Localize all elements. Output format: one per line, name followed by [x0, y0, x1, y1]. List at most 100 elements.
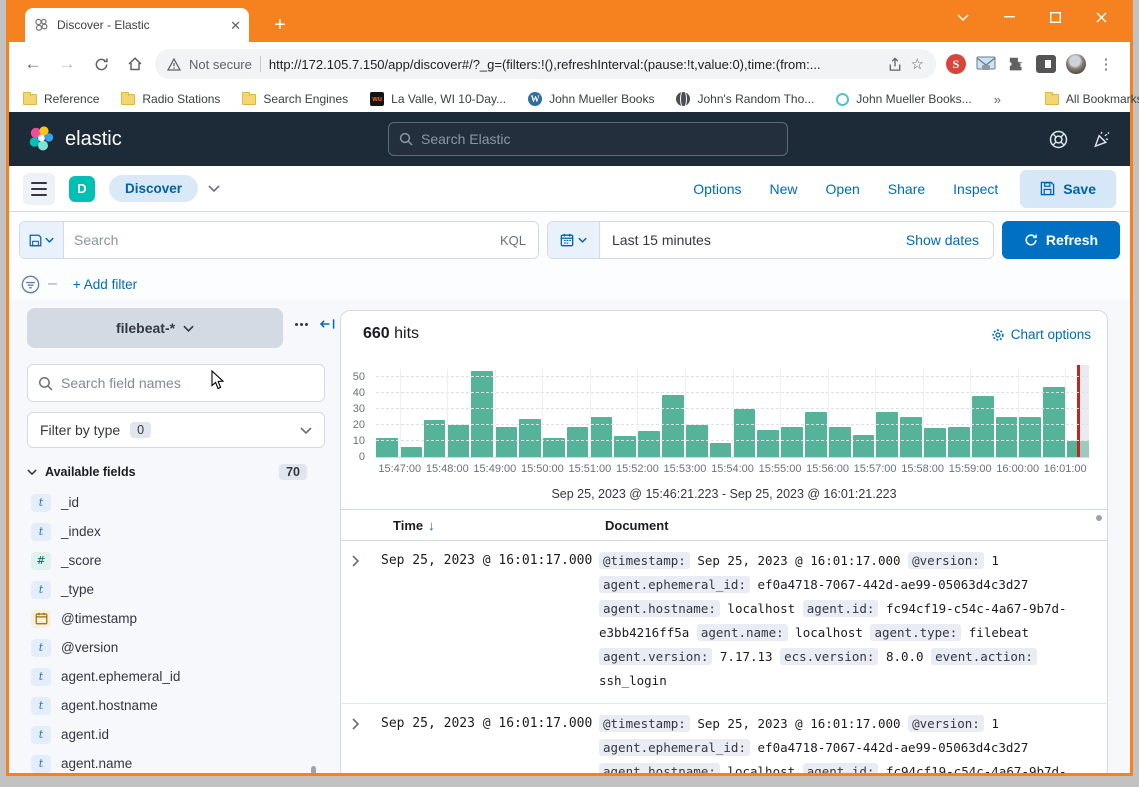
index-pattern-selector[interactable]: filebeat-* [27, 308, 283, 348]
histogram-bar[interactable] [447, 425, 469, 457]
histogram-bar[interactable] [638, 431, 660, 457]
field-search-input[interactable] [61, 375, 314, 391]
field-list-item[interactable]: t_type [31, 575, 331, 604]
security-label[interactable]: Not secure [189, 57, 252, 72]
histogram-bar[interactable] [686, 425, 708, 457]
histogram-bar[interactable] [781, 427, 803, 457]
chevron-down-icon[interactable] [208, 185, 220, 192]
extension-s-icon[interactable]: S [946, 54, 966, 74]
menu-inspect[interactable]: Inspect [953, 181, 998, 197]
refresh-button[interactable]: Refresh [1002, 221, 1120, 259]
histogram-bar[interactable] [924, 428, 946, 457]
histogram-bar[interactable] [471, 371, 493, 457]
filter-menu-icon[interactable] [21, 275, 40, 294]
share-icon[interactable] [887, 57, 903, 72]
forward-icon[interactable]: → [53, 50, 81, 78]
bookmark-item[interactable]: Search Engines [242, 92, 348, 106]
window-maximize-icon[interactable] [1032, 0, 1078, 34]
whats-new-icon[interactable] [1092, 130, 1112, 149]
field-settings-icon[interactable] [295, 323, 308, 326]
field-list-item[interactable]: t_index [31, 517, 331, 546]
breadcrumb[interactable]: Discover [109, 175, 198, 202]
bookmarks-overflow-icon[interactable]: » [994, 92, 1001, 107]
elastic-logo[interactable]: elastic [27, 125, 122, 153]
expand-row-icon[interactable] [351, 549, 381, 567]
histogram-bar[interactable] [948, 427, 970, 457]
back-icon[interactable]: ← [19, 50, 47, 78]
window-menu-icon[interactable] [940, 0, 986, 34]
browser-menu-icon[interactable]: ⋮ [1096, 54, 1116, 74]
bookmark-item[interactable]: John's Random Tho... [676, 92, 814, 106]
histogram-bar[interactable] [829, 427, 851, 457]
window-minimize-icon[interactable] [986, 0, 1032, 34]
save-button[interactable]: Save [1020, 170, 1116, 208]
space-badge[interactable]: D [69, 176, 95, 202]
available-fields-header[interactable]: Available fields 70 [27, 464, 325, 480]
extension-reader-icon[interactable] [1036, 55, 1056, 73]
time-column-header[interactable]: Time [393, 518, 423, 533]
histogram-bar[interactable] [972, 396, 994, 457]
time-range-control[interactable]: Last 15 minutes Show dates [547, 221, 994, 259]
bookmark-item[interactable]: John Mueller Books... [836, 92, 971, 106]
elastic-search-input[interactable] [421, 131, 777, 147]
reload-icon[interactable] [87, 50, 115, 78]
histogram-bar[interactable] [757, 430, 779, 457]
histogram-bar[interactable] [996, 417, 1018, 457]
histogram-bar[interactable] [710, 443, 732, 457]
not-secure-warning-icon[interactable] [167, 58, 181, 71]
tab-close-icon[interactable]: ✕ [230, 19, 241, 32]
saved-query-menu[interactable] [20, 222, 64, 258]
menu-new[interactable]: New [770, 181, 798, 197]
url-text[interactable]: http://172.105.7.150/app/discover#/?_g=(… [269, 57, 879, 72]
histogram-bar[interactable] [733, 409, 755, 457]
histogram-bar[interactable] [662, 395, 684, 457]
field-list-item[interactable]: #_score [31, 546, 331, 575]
field-list-item[interactable]: t@version [31, 633, 331, 662]
field-list-item[interactable]: t_id [31, 488, 331, 517]
histogram-bar[interactable] [1043, 387, 1065, 457]
bookmark-item[interactable]: Reference [23, 92, 99, 106]
field-list-item[interactable]: tagent.name [31, 749, 331, 773]
home-icon[interactable] [121, 50, 149, 78]
add-filter-link[interactable]: + Add filter [73, 277, 137, 292]
histogram-bar[interactable] [853, 435, 875, 457]
histogram-bar[interactable] [876, 412, 898, 457]
query-search-input[interactable] [64, 222, 488, 258]
extensions-puzzle-icon[interactable] [1006, 54, 1026, 74]
bookmark-item[interactable]: wuLa Valle, WI 10-Day... [370, 92, 506, 106]
histogram-bar[interactable] [805, 412, 827, 457]
histogram-bar[interactable] [400, 447, 422, 457]
time-range-value[interactable]: Last 15 minutes [612, 232, 711, 248]
field-search-box[interactable] [27, 364, 325, 402]
field-list-item[interactable]: tagent.id [31, 720, 331, 749]
histogram-plot[interactable] [376, 369, 1089, 457]
histogram-bar[interactable] [900, 417, 922, 457]
field-list-item[interactable]: tagent.hostname [31, 691, 331, 720]
calendar-menu[interactable] [548, 222, 600, 258]
menu-options[interactable]: Options [693, 181, 741, 197]
table-scrollbar[interactable] [1096, 515, 1102, 521]
collapse-sidebar-icon[interactable] [320, 318, 335, 330]
kql-label[interactable]: KQL [488, 233, 538, 248]
help-icon[interactable] [1049, 130, 1068, 149]
new-tab-button[interactable]: + [267, 12, 293, 38]
field-list-item[interactable]: tagent.ephemeral_id [31, 662, 331, 691]
histogram-bar[interactable] [567, 427, 589, 457]
show-dates-link[interactable]: Show dates [906, 232, 979, 248]
bookmark-item[interactable]: Radio Stations [121, 92, 220, 106]
all-bookmarks-item[interactable]: All Bookmarks [1045, 92, 1139, 106]
histogram-bar[interactable] [424, 420, 446, 457]
profile-avatar[interactable] [1066, 54, 1086, 74]
elastic-search-box[interactable] [388, 122, 788, 156]
kql-search-control[interactable]: KQL [19, 221, 539, 259]
window-close-icon[interactable] [1078, 0, 1124, 34]
filter-by-type-control[interactable]: Filter by type 0 [27, 412, 325, 448]
sidebar-scrollbar[interactable] [311, 766, 316, 773]
histogram-bar[interactable] [495, 427, 517, 457]
sort-descending-icon[interactable]: ↓ [428, 518, 435, 533]
bookmark-star-icon[interactable]: ☆ [911, 55, 924, 73]
menu-share[interactable]: Share [888, 181, 925, 197]
browser-tab[interactable]: Discover - Elastic ✕ [25, 8, 249, 42]
extension-mail-icon[interactable] [976, 54, 996, 74]
chart-options-link[interactable]: Chart options [991, 327, 1091, 342]
